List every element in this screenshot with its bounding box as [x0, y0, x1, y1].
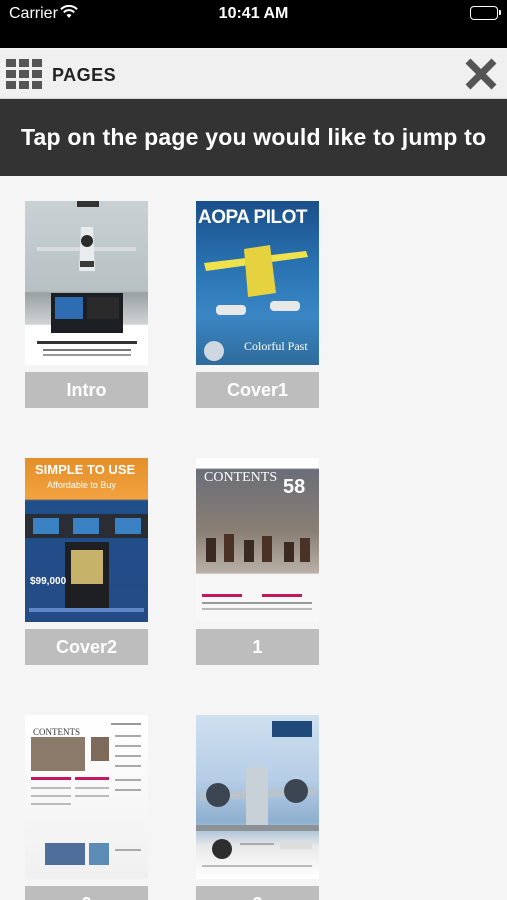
page-grid: Intro AOPA PILOT Colorful Past Cover1 SI… [0, 176, 507, 900]
pages-toolbar: PAGES [0, 49, 507, 99]
page-label: 2 [25, 886, 148, 900]
page-thumbnail: AOPA PILOT Colorful Past [196, 201, 319, 365]
toolbar-title: PAGES [52, 65, 117, 85]
page-thumbnail: CONTENTS 58 [196, 458, 319, 622]
battery-icon [470, 6, 501, 20]
close-button[interactable] [463, 56, 499, 92]
page-thumbnail [196, 715, 319, 879]
page-tile-1[interactable]: CONTENTS 58 1 [196, 458, 319, 665]
avionics-image [25, 514, 148, 612]
grid-icon[interactable] [6, 59, 44, 89]
thumbnail-headline: Colorful Past [244, 339, 308, 353]
page-tile-intro[interactable]: Intro [25, 201, 148, 408]
page-thumbnail: CONTENTS [25, 715, 148, 879]
page-label: 3 [196, 886, 319, 900]
instruction-banner: Tap on the page you would like to jump t… [0, 99, 507, 176]
page-thumbnail: SIMPLE TO USE Affordable to Buy $99,000 [25, 458, 148, 622]
contents-page-image [31, 723, 141, 865]
page-tile-2[interactable]: CONTENTS [25, 715, 148, 900]
page-label: Intro [25, 372, 148, 408]
page-tile-cover2[interactable]: SIMPLE TO USE Affordable to Buy $99,000 … [25, 458, 148, 665]
page-label: 1 [196, 629, 319, 665]
status-bar: Carrier 10:41 AM [0, 0, 507, 48]
page-thumbnail [25, 201, 148, 365]
horses-image [202, 534, 312, 610]
page-label: Cover1 [196, 372, 319, 408]
instruction-text: Tap on the page you would like to jump t… [21, 124, 487, 150]
thumbnail-price: $99,000 [30, 576, 67, 587]
clock: 10:41 AM [218, 5, 289, 22]
airplane-image [196, 721, 319, 867]
page-tile-cover1[interactable]: AOPA PILOT Colorful Past Cover1 [196, 201, 319, 408]
page-tile-3[interactable]: 3 [196, 715, 319, 900]
close-icon [465, 58, 497, 90]
airplane-image [37, 201, 137, 356]
page-label: Cover2 [25, 629, 148, 665]
